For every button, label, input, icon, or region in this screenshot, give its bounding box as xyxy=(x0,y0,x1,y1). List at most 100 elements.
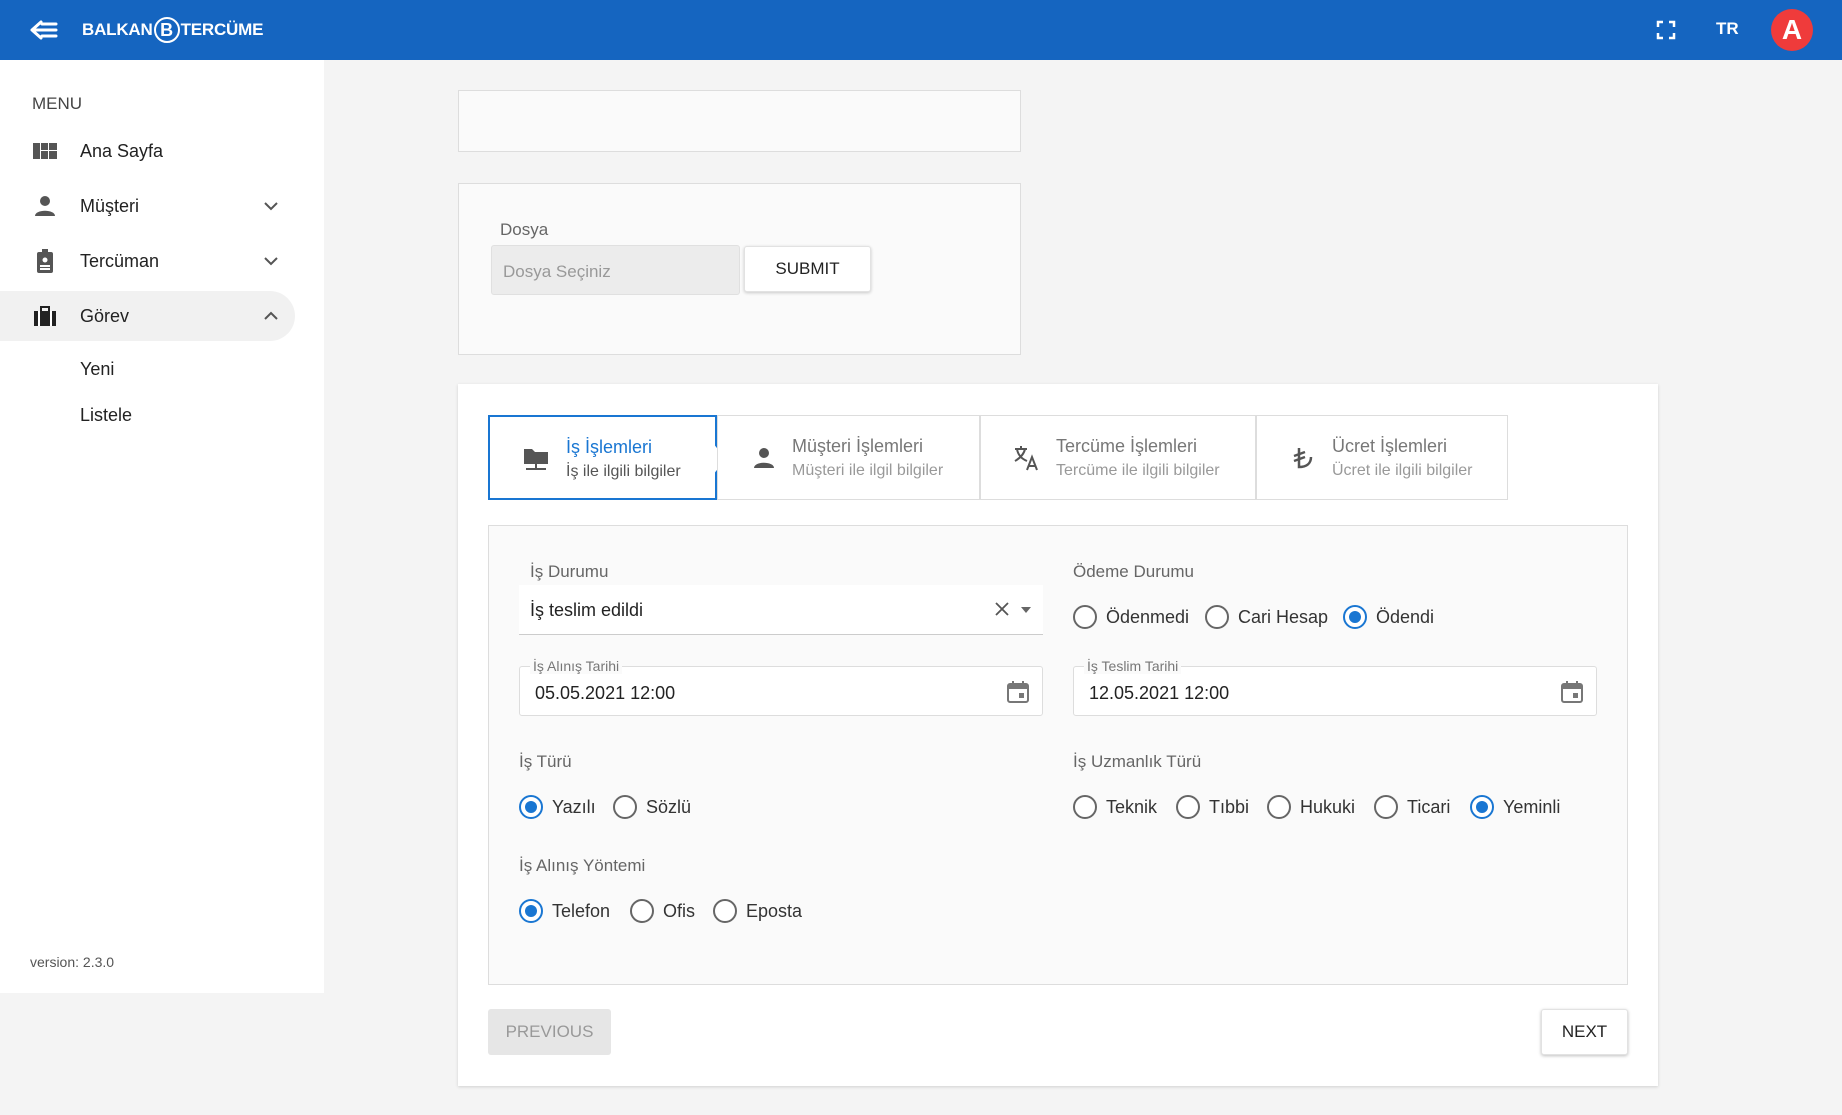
translate-icon xyxy=(1014,446,1038,471)
is-durumu-value: İş teslim edildi xyxy=(530,600,644,620)
radio-label: Yazılı xyxy=(552,796,596,817)
person-icon xyxy=(35,196,55,216)
dashboard-icon xyxy=(33,143,57,159)
step-title: Tercüme İşlemleri xyxy=(1056,436,1198,456)
chevron-up-icon[interactable] xyxy=(262,307,280,325)
step-is-islemleri[interactable]: İş İşlemleri İş ile ilgili bilgiler xyxy=(488,415,729,500)
step-title: Müşteri İşlemleri xyxy=(792,436,924,456)
step-subtitle: Ücret ile ilgili bilgiler xyxy=(1332,462,1473,479)
sidebar: MENU Ana Sayfa Müşteri Tercüman Görev Ye… xyxy=(0,60,324,993)
file-upload-card: Dosya Dosya Seçiniz SUBMIT xyxy=(458,183,1021,355)
radio-ofis[interactable]: Ofis xyxy=(630,899,695,923)
radio-odendi[interactable]: Ödendi xyxy=(1343,605,1434,629)
menu-title: MENU xyxy=(32,94,83,113)
radio-cari-hesap[interactable]: Cari Hesap xyxy=(1205,605,1328,629)
radio-circle xyxy=(1205,605,1229,629)
radio-label: Tıbbi xyxy=(1209,796,1250,817)
is-durumu-select[interactable]: İş teslim edildi xyxy=(519,585,1043,635)
radio-ticari[interactable]: Ticari xyxy=(1374,795,1450,819)
radio-yeminli[interactable]: Yeminli xyxy=(1470,795,1560,819)
radio-sozlu[interactable]: Sözlü xyxy=(613,795,691,819)
teslim-tarihi-label: İş Teslim Tarihi xyxy=(1084,658,1182,674)
radio-label: Hukuki xyxy=(1300,796,1356,817)
radio-label: Sözlü xyxy=(646,796,692,817)
submit-button[interactable]: SUBMIT xyxy=(744,246,871,292)
menu-collapse-icon[interactable] xyxy=(28,16,60,44)
radio-label: Ticari xyxy=(1407,796,1451,817)
previous-button[interactable]: PREVIOUS xyxy=(488,1009,611,1055)
fullscreen-icon[interactable] xyxy=(1656,20,1676,40)
app-version: version: 2.3.0 xyxy=(30,954,115,970)
radio-label: Eposta xyxy=(746,900,803,921)
radio-label: Ödendi xyxy=(1376,606,1435,627)
top-app-bar: BALKAN B TERCÜME TR A xyxy=(0,0,1842,60)
radio-telefon[interactable]: Telefon xyxy=(519,899,610,923)
radio-circle xyxy=(1374,795,1398,819)
radio-circle xyxy=(1176,795,1200,819)
teslim-tarihi-field[interactable]: İş Teslim Tarihi 12.05.2021 12:00 xyxy=(1073,658,1597,716)
person-icon xyxy=(754,448,774,468)
sidebar-item-ana-sayfa[interactable]: Ana Sayfa xyxy=(0,126,295,176)
radio-label: Teknik xyxy=(1106,796,1158,817)
file-input[interactable]: Dosya Seçiniz xyxy=(491,245,740,295)
next-button[interactable]: NEXT xyxy=(1541,1009,1628,1055)
close-icon[interactable] xyxy=(993,600,1011,618)
radio-circle xyxy=(1267,795,1291,819)
step-musteri-islemleri[interactable]: Müşteri İşlemleri Müşteri ile ilgil bilg… xyxy=(717,415,980,500)
step-title: İş İşlemleri xyxy=(566,437,653,457)
badge-icon xyxy=(37,249,53,273)
radio-circle xyxy=(1343,605,1367,629)
radio-label: Cari Hesap xyxy=(1238,606,1329,627)
caret-down-icon[interactable] xyxy=(1021,607,1031,613)
radio-odenmedi[interactable]: Ödenmedi xyxy=(1073,605,1189,629)
radio-tibbi[interactable]: Tıbbi xyxy=(1176,795,1249,819)
uzmanlik-turu-label: İş Uzmanlık Türü xyxy=(1073,752,1202,771)
step-tercume-islemleri[interactable]: Tercüme İşlemleri Tercüme ile ilgili bil… xyxy=(980,415,1256,500)
is-durumu-label: İş Durumu xyxy=(530,562,609,581)
sidebar-subitem-yeni[interactable]: Yeni xyxy=(80,359,114,380)
sidebar-subitem-listele[interactable]: Listele xyxy=(80,405,132,426)
empty-card xyxy=(458,90,1021,152)
user-avatar[interactable]: A xyxy=(1771,9,1813,51)
sidebar-item-label: Ana Sayfa xyxy=(80,140,164,161)
logo-text-left: BALKAN xyxy=(82,20,153,39)
radio-circle xyxy=(519,795,543,819)
radio-label: Yeminli xyxy=(1503,796,1561,817)
radio-circle xyxy=(713,899,737,923)
step-ucret-islemleri[interactable]: Ücret İşlemleri Ücret ile ilgili bilgile… xyxy=(1256,415,1508,500)
chevron-down-icon[interactable] xyxy=(262,252,280,270)
radio-hukuki[interactable]: Hukuki xyxy=(1267,795,1355,819)
radio-circle xyxy=(519,899,543,923)
step-title: Ücret İşlemleri xyxy=(1332,436,1448,456)
calendar-icon[interactable] xyxy=(1005,679,1031,705)
folder-network-icon xyxy=(524,449,548,470)
sidebar-item-gorev[interactable]: Görev xyxy=(0,291,295,341)
step-subtitle: Tercüme ile ilgili bilgiler xyxy=(1056,462,1220,479)
radio-circle xyxy=(1470,795,1494,819)
step-subtitle: Müşteri ile ilgil bilgiler xyxy=(792,462,944,479)
odeme-durumu-label: Ödeme Durumu xyxy=(1073,562,1194,581)
radio-label: Ofis xyxy=(663,900,696,921)
radio-label: Telefon xyxy=(552,900,611,921)
teslim-tarihi-value: 12.05.2021 12:00 xyxy=(1089,683,1230,703)
lira-icon xyxy=(1293,448,1313,469)
radio-circle xyxy=(613,795,637,819)
language-switcher[interactable]: TR xyxy=(1716,19,1739,39)
sidebar-item-musteri[interactable]: Müşteri xyxy=(0,181,295,231)
is-turu-label: İş Türü xyxy=(519,752,572,771)
logo-text-right: TERCÜME xyxy=(180,20,264,39)
radio-teknik[interactable]: Teknik xyxy=(1073,795,1157,819)
briefcase-icon xyxy=(34,306,56,326)
sidebar-item-label: Tercüman xyxy=(80,250,160,271)
alinis-tarihi-field[interactable]: İş Alınış Tarihi 05.05.2021 12:00 xyxy=(519,658,1043,716)
radio-yazili[interactable]: Yazılı xyxy=(519,795,596,819)
calendar-icon[interactable] xyxy=(1559,679,1585,705)
sidebar-item-label: Müşteri xyxy=(80,195,140,216)
sidebar-item-tercuman[interactable]: Tercüman xyxy=(0,236,295,286)
chevron-down-icon[interactable] xyxy=(262,197,280,215)
radio-circle xyxy=(1073,605,1097,629)
alinis-tarihi-value: 05.05.2021 12:00 xyxy=(535,683,676,703)
brand-logo[interactable]: BALKAN B TERCÜME xyxy=(82,17,263,43)
radio-eposta[interactable]: Eposta xyxy=(713,899,802,923)
radio-circle xyxy=(1073,795,1097,819)
